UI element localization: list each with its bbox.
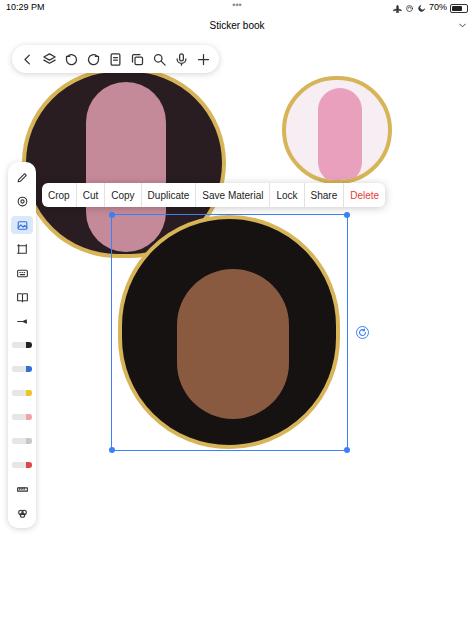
sticker-picture (282, 76, 392, 184)
menu-item[interactable]: Cut (76, 183, 105, 207)
airplane-icon (393, 4, 402, 13)
resize-handle[interactable] (344, 447, 350, 453)
battery-level: 70% (429, 1, 447, 15)
tool-button[interactable] (11, 216, 33, 234)
sticker-picture (118, 215, 340, 449)
tool-button[interactable] (11, 192, 33, 210)
menu-item-label: Delete (350, 188, 379, 203)
rotate-icon[interactable] (356, 326, 369, 339)
marker-icon (12, 462, 32, 468)
marker-icon (12, 414, 32, 420)
ruler-icon (16, 483, 29, 496)
battery-fill (452, 6, 462, 11)
marker-tip (26, 438, 32, 444)
battery-icon (450, 4, 468, 13)
menu-item-label: Copy (111, 188, 134, 203)
back-icon[interactable] (20, 52, 35, 67)
copy-icon[interactable] (130, 52, 145, 67)
selection-box (111, 214, 348, 451)
sticker-figure (318, 88, 362, 184)
menu-item[interactable]: Share (304, 183, 344, 207)
pencil-icon (16, 171, 29, 184)
tool-button[interactable] (11, 432, 33, 450)
menu-item-label: Share (311, 188, 338, 203)
palette-icon (16, 507, 29, 520)
book-icon (16, 291, 29, 304)
top-toolbar (12, 45, 219, 73)
menu-item-label: Lock (276, 188, 297, 203)
marker-tip (26, 462, 32, 468)
menu-item-label: Cut (83, 188, 99, 203)
menu-item[interactable]: Copy (104, 183, 140, 207)
tool-button[interactable] (11, 288, 33, 306)
multitask-dots[interactable]: ••• (232, 1, 241, 10)
menu-item[interactable]: Lock (269, 183, 303, 207)
tool-button[interactable] (11, 456, 33, 474)
search-icon[interactable] (152, 52, 167, 67)
camera-icon (16, 195, 29, 208)
resize-handle[interactable] (344, 212, 350, 218)
moon-icon (417, 4, 426, 13)
menu-item[interactable]: Delete (343, 183, 385, 207)
marker-tip (26, 414, 32, 420)
marker-icon (12, 438, 32, 444)
redo-icon[interactable] (86, 52, 101, 67)
microphone-icon[interactable] (174, 52, 189, 67)
document-icon[interactable] (108, 52, 123, 67)
sticker-image[interactable] (118, 215, 340, 449)
document-title[interactable]: Sticker book (209, 18, 264, 33)
tool-button[interactable] (11, 384, 33, 402)
tool-button[interactable] (11, 264, 33, 282)
marker-icon (12, 342, 32, 348)
tool-button[interactable] (11, 312, 33, 330)
menu-item[interactable]: Save Material (195, 183, 269, 207)
marker-tip (26, 342, 32, 348)
menu-item[interactable]: Crop (42, 183, 76, 207)
sticker-figure (86, 82, 166, 252)
tool-button[interactable] (11, 168, 33, 186)
sticker-figure (177, 269, 289, 419)
resize-handle[interactable] (109, 212, 115, 218)
tool-button[interactable] (11, 480, 33, 498)
marker-icon (12, 366, 32, 372)
resize-handle[interactable] (109, 447, 115, 453)
layers-icon[interactable] (42, 52, 57, 67)
status-bar: 10:29 PM ••• 70% (0, 0, 474, 16)
menu-item-label: Crop (48, 188, 70, 203)
sticker-image[interactable] (282, 76, 392, 184)
document-title-bar: Sticker book (0, 17, 474, 33)
wifi-icon (405, 4, 414, 13)
app-screen: 10:29 PM ••• 70% Sticker book Crop Cut Copy Dup… (0, 0, 474, 632)
status-time: 10:29 PM (6, 1, 45, 15)
marker-tip (26, 390, 32, 396)
chevron-down-icon[interactable] (457, 20, 468, 31)
tool-button[interactable] (11, 240, 33, 258)
tool-bar (8, 162, 36, 528)
marker-icon (12, 390, 32, 396)
marker-tip (26, 366, 32, 372)
tool-button[interactable] (11, 336, 33, 354)
context-menu: Crop Cut Copy Duplicate Save Material Lock Sha… (42, 183, 385, 207)
menu-item-label: Duplicate (148, 188, 190, 203)
frame-icon (16, 243, 29, 256)
undo-icon[interactable] (64, 52, 79, 67)
keyboard-icon (16, 267, 29, 280)
image-icon (16, 219, 29, 232)
menu-item-label: Save Material (202, 188, 263, 203)
fountain-icon (16, 315, 29, 328)
tool-button[interactable] (11, 360, 33, 378)
tool-button[interactable] (11, 504, 33, 522)
tool-button[interactable] (11, 408, 33, 426)
status-right: 70% (393, 1, 468, 15)
plus-icon[interactable] (196, 52, 211, 67)
menu-item[interactable]: Duplicate (141, 183, 196, 207)
